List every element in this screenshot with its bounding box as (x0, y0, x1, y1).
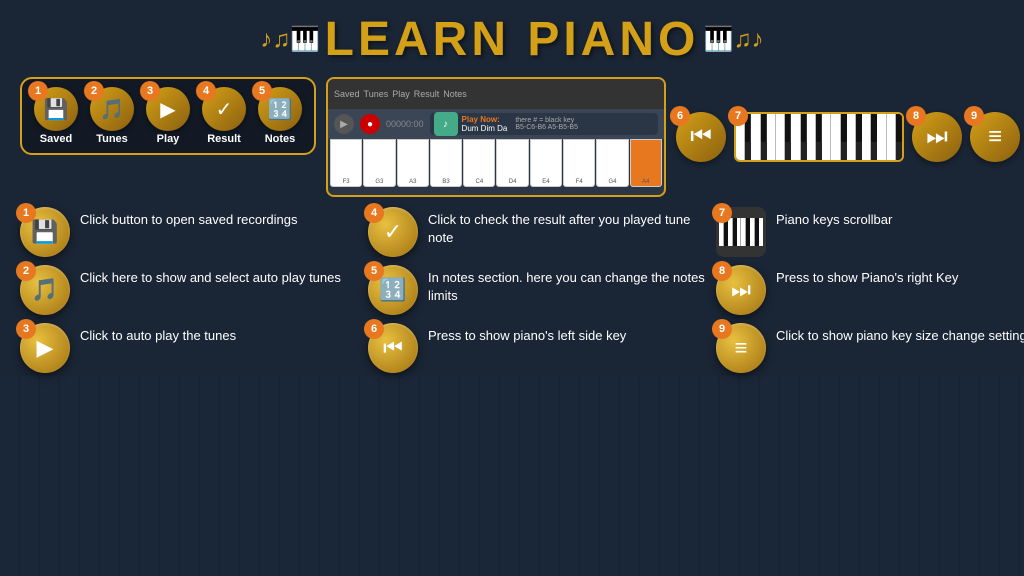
toolbar-tunes-btn[interactable]: 2 🎵 Tunes (90, 87, 134, 145)
badge-6: 6 (670, 106, 690, 126)
result-label: Result (207, 133, 241, 145)
badge-4: 4 (196, 81, 216, 101)
toolbar-right-group: 6 ⏮ 7 (676, 112, 1020, 162)
exp-icon-wrap-1: 1 💾 (20, 207, 70, 257)
badge-1: 1 (28, 81, 48, 101)
exp-badge-8: 8 (712, 261, 732, 281)
exp-icon-wrap-9: 9 ≡ (716, 323, 766, 373)
result-icon: 4 ✓ (202, 87, 246, 131)
preview-label-tunes: Tunes (364, 89, 389, 99)
exp-badge-7: 7 (712, 203, 732, 223)
piano-scrollbar[interactable] (734, 112, 904, 162)
exp-badge-1: 1 (16, 203, 36, 223)
preview-label-play: Play (392, 89, 410, 99)
exp-badge-2: 2 (16, 261, 36, 281)
exp-text-1: Click button to open saved recordings (80, 207, 298, 229)
exp-item-8: 8 ⏭ Press to show Piano's right Key (716, 265, 1024, 315)
exp-text-9: Click to show piano key size change sett… (776, 323, 1024, 345)
toolbar-box: 1 💾 Saved 2 🎵 Tunes 3 ▶ Play 4 ✓ Result (20, 77, 316, 155)
exp-text-3: Click to auto play the tunes (80, 323, 236, 345)
exp-badge-5: 5 (364, 261, 384, 281)
badge-8: 8 (906, 106, 926, 126)
music-notes-left: ♪♫🎹 (260, 26, 320, 53)
exp-icon-wrap-4: 4 ✓ (368, 207, 418, 257)
play-icon: 3 ▶ (146, 87, 190, 131)
title-area: ♪♫🎹 LEARN PIANO 🎹♫♪ (0, 0, 1024, 75)
exp-text-4: Click to check the result after you play… (428, 207, 708, 247)
badge-3: 3 (140, 81, 160, 101)
toolbar-result-btn[interactable]: 4 ✓ Result (202, 87, 246, 145)
exp-text-2: Click here to show and select auto play … (80, 265, 341, 287)
tunes-label: Tunes (96, 133, 128, 145)
exp-item-3: 3 ▶ Click to auto play the tunes (20, 323, 360, 373)
exp-text-7: Piano keys scrollbar (776, 207, 892, 229)
exp-icon-wrap-5: 5 🔢 (368, 265, 418, 315)
exp-icon-wrap-6: 6 ⏮ (368, 323, 418, 373)
badge-7: 7 (728, 106, 748, 126)
preview-time: 00000:00 (386, 119, 424, 129)
preview-label-notes: Notes (443, 89, 467, 99)
piano-preview: Saved Tunes Play Result Notes ▶ ● 00000:… (326, 77, 666, 197)
notes-icon: 5 🔢 (258, 87, 302, 131)
preview-play-btn[interactable]: ▶ (334, 114, 354, 134)
page-title: LEARN PIANO (325, 12, 700, 67)
exp-text-8: Press to show Piano's right Key (776, 265, 958, 287)
exp-item-4: 4 ✓ Click to check the result after you … (368, 207, 708, 257)
exp-text-5: In notes section. here you can change th… (428, 265, 708, 305)
exp-icon-wrap-2: 2 🎵 (20, 265, 70, 315)
preview-song-name: Dum Dim Da (462, 124, 508, 133)
piano-preview-top: Saved Tunes Play Result Notes (328, 79, 664, 109)
preview-notes-display: there # = black keyB5-C6-B6 A5-B5-B5 (515, 117, 578, 131)
exp-item-1: 1 💾 Click button to open saved recording… (20, 207, 360, 257)
piano-scrollbar-wrap: 7 (734, 112, 904, 162)
exp-badge-6: 6 (364, 319, 384, 339)
tunes-icon: 2 🎵 (90, 87, 134, 131)
piano-keys-area: F3 G3 A3 B3 C4 D4 (328, 139, 664, 187)
notes-label: Notes (265, 133, 296, 145)
exp-item-5: 5 🔢 In notes section. here you can chang… (368, 265, 708, 315)
exp-item-7: 7 Piano keys scrollbar (716, 207, 1024, 257)
exp-badge-9: 9 (712, 319, 732, 339)
exp-text-6: Press to show piano's left side key (428, 323, 626, 345)
music-notes-right: 🎹♫♪ (704, 26, 764, 53)
preview-label-saved: Saved (334, 89, 360, 99)
saved-icon: 1 💾 (34, 87, 78, 131)
explanations-grid: 1 💾 Click button to open saved recording… (0, 197, 1024, 373)
exp-icon-wrap-7: 7 (716, 207, 766, 257)
exp-badge-4: 4 (364, 203, 384, 223)
exp-item-9: 9 ≡ Click to show piano key size change … (716, 323, 1024, 373)
prev-key-wrap: 6 ⏮ (676, 112, 726, 162)
toolbar-play-btn[interactable]: 3 ▶ Play (146, 87, 190, 145)
toolbar-section: 1 💾 Saved 2 🎵 Tunes 3 ▶ Play 4 ✓ Result (0, 77, 1024, 197)
badge-9: 9 (964, 106, 984, 126)
exp-item-2: 2 🎵 Click here to show and select auto p… (20, 265, 360, 315)
exp-item-6: 6 ⏮ Press to show piano's left side key (368, 323, 708, 373)
saved-label: Saved (40, 133, 72, 145)
play-label: Play (157, 133, 180, 145)
next-key-wrap: 8 ⏭ (912, 112, 962, 162)
preview-play-now: Play Now: (462, 115, 508, 124)
preview-rec-btn[interactable]: ● (360, 114, 380, 134)
menu-btn-wrap: 9 ≡ (970, 112, 1020, 162)
exp-badge-3: 3 (16, 319, 36, 339)
exp-icon-wrap-8: 8 ⏭ (716, 265, 766, 315)
toolbar-saved-btn[interactable]: 1 💾 Saved (34, 87, 78, 145)
preview-song-icon: ♪ (434, 112, 458, 136)
badge-5: 5 (252, 81, 272, 101)
exp-icon-wrap-3: 3 ▶ (20, 323, 70, 373)
toolbar-notes-btn[interactable]: 5 🔢 Notes (258, 87, 302, 145)
preview-label-result: Result (414, 89, 440, 99)
badge-2: 2 (84, 81, 104, 101)
